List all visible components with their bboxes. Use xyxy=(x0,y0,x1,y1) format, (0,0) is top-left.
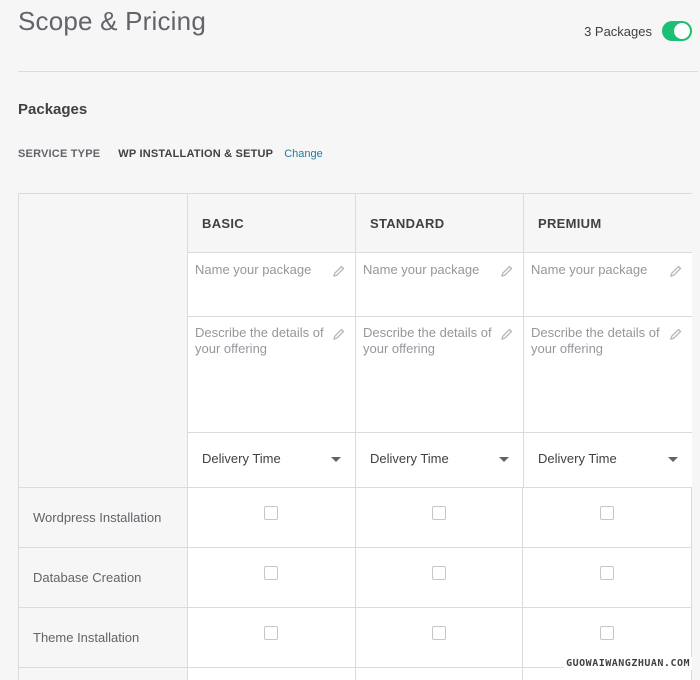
feature-cell-standard xyxy=(355,488,524,547)
service-type-label: SERVICE TYPE xyxy=(18,148,101,160)
package-description-input[interactable]: Describe the details of your offering xyxy=(356,317,523,433)
package-name-placeholder: Name your package xyxy=(363,262,480,277)
package-column-premium: PREMIUM Name your package Describe the d… xyxy=(524,194,692,487)
page-title: Scope & Pricing xyxy=(18,6,206,36)
feature-checkbox[interactable] xyxy=(264,566,279,580)
package-description-input[interactable]: Describe the details of your offering xyxy=(188,317,355,433)
package-tier-header: BASIC xyxy=(188,194,355,253)
feature-checkbox[interactable] xyxy=(431,566,446,580)
pencil-icon xyxy=(670,328,682,340)
package-name-input[interactable]: Name your package xyxy=(188,253,355,317)
feature-checkbox[interactable] xyxy=(600,626,615,640)
packages-toggle[interactable] xyxy=(662,21,692,41)
change-service-link[interactable]: Change xyxy=(284,148,323,160)
feature-checkbox[interactable] xyxy=(264,626,279,640)
section-title: Packages xyxy=(18,101,88,118)
service-type-value: WP INSTALLATION & SETUP xyxy=(118,148,274,160)
package-name-input[interactable]: Name your package xyxy=(356,253,523,317)
delivery-time-select[interactable]: Delivery Time xyxy=(188,433,355,486)
delivery-time-label: Delivery Time xyxy=(370,451,449,466)
table-corner xyxy=(19,194,188,487)
packages-table: BASIC Name your package Describe the det… xyxy=(18,193,692,680)
feature-cell-basic xyxy=(187,668,356,680)
feature-cell-standard xyxy=(355,608,524,667)
delivery-time-select[interactable]: Delivery Time xyxy=(524,433,692,486)
feature-cell-premium xyxy=(523,488,692,547)
package-description-placeholder: Describe the details of your offering xyxy=(531,325,660,356)
feature-label-empty xyxy=(19,668,188,680)
header-divider xyxy=(18,71,698,72)
toggle-knob xyxy=(674,23,690,39)
delivery-time-label: Delivery Time xyxy=(202,451,281,466)
package-column-basic: BASIC Name your package Describe the det… xyxy=(188,194,356,487)
feature-row: Wordpress Installation xyxy=(19,487,692,547)
pencil-icon xyxy=(501,328,513,340)
feature-cell-premium xyxy=(523,548,692,607)
caret-down-icon xyxy=(668,457,678,462)
caret-down-icon xyxy=(499,457,509,462)
package-description-placeholder: Describe the details of your offering xyxy=(195,325,324,356)
feature-checkbox[interactable] xyxy=(264,506,279,520)
package-description-input[interactable]: Describe the details of your offering xyxy=(524,317,692,433)
feature-checkbox[interactable] xyxy=(431,506,446,520)
feature-row: Database Creation xyxy=(19,547,692,607)
packages-toggle-label: 3 Packages xyxy=(584,23,652,39)
pencil-icon xyxy=(333,265,345,277)
package-column-standard: STANDARD Name your package Describe the … xyxy=(356,194,524,487)
caret-down-icon xyxy=(331,457,341,462)
package-name-placeholder: Name your package xyxy=(531,262,648,277)
pencil-icon xyxy=(501,265,513,277)
feature-label: Database Creation xyxy=(19,548,188,607)
package-description-placeholder: Describe the details of your offering xyxy=(363,325,492,356)
feature-label: Theme Installation xyxy=(19,608,188,667)
package-tier-header: STANDARD xyxy=(356,194,523,253)
feature-label: Wordpress Installation xyxy=(19,488,188,547)
packages-toggle-group: 3 Packages xyxy=(584,21,692,41)
feature-cell-basic xyxy=(187,488,356,547)
service-type-row: SERVICE TYPE WP INSTALLATION & SETUP Cha… xyxy=(18,148,323,160)
feature-cell-standard xyxy=(355,548,524,607)
pencil-icon xyxy=(670,265,682,277)
watermark: GUOWAIWANGZHUAN.COM xyxy=(564,657,692,670)
feature-cell-standard xyxy=(355,668,524,680)
feature-cell-basic xyxy=(187,608,356,667)
delivery-time-label: Delivery Time xyxy=(538,451,617,466)
pencil-icon xyxy=(333,328,345,340)
package-tier-header: PREMIUM xyxy=(524,194,692,253)
package-name-placeholder: Name your package xyxy=(195,262,312,277)
feature-checkbox[interactable] xyxy=(431,626,446,640)
package-name-input[interactable]: Name your package xyxy=(524,253,692,317)
delivery-time-select[interactable]: Delivery Time xyxy=(356,433,523,486)
feature-checkbox[interactable] xyxy=(600,506,615,520)
feature-cell-basic xyxy=(187,548,356,607)
feature-checkbox[interactable] xyxy=(600,566,615,580)
